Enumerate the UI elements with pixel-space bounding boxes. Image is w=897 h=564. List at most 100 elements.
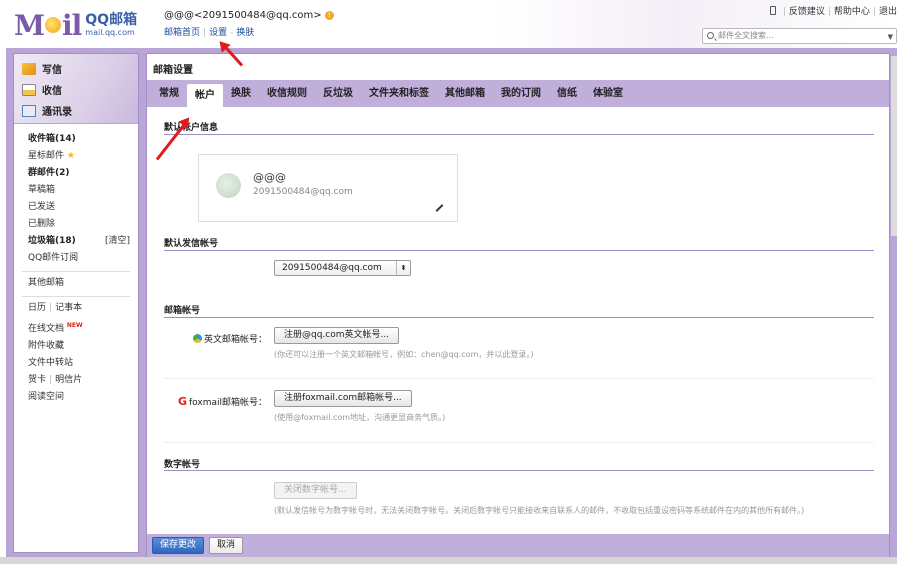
default-sender-select[interactable]: 2091500484@qq.com ⬍ <box>274 260 411 276</box>
account-card: @@@ 2091500484@qq.com <box>198 154 458 222</box>
settings-footer: 保存更改 取消 <box>147 534 889 557</box>
sidebar-item-postcards[interactable]: 明信片 <box>55 375 82 385</box>
section-divider <box>164 470 874 471</box>
help-link[interactable]: 帮助中心 <box>834 7 870 17</box>
pencil-icon[interactable] <box>435 204 444 212</box>
tab-stationery[interactable]: 信纸 <box>549 80 585 107</box>
digital-account-heading: 数字帐号 <box>164 460 201 470</box>
foxmail-account-label-text: foxmail邮箱帐号： <box>188 398 267 408</box>
warning-icon[interactable]: ! <box>324 11 334 20</box>
mailbox-home-link[interactable]: 邮箱首页 <box>164 28 200 38</box>
tab-rules[interactable]: 收信规则 <box>259 80 315 107</box>
account-display-name: @@@ <box>253 171 286 184</box>
divider <box>164 378 874 379</box>
sidebar-item-calendar[interactable]: 日历 <box>28 303 46 313</box>
qq-icon <box>192 334 202 343</box>
logo-url: mail.qq.com <box>85 28 135 37</box>
contacts-icon <box>22 104 36 117</box>
new-badge: NEW <box>66 322 83 329</box>
sidebar-item-other-mailboxes[interactable]: 其他邮箱 <box>28 278 64 288</box>
qq-mail-logo[interactable]: M il QQ邮箱 mail.qq.com <box>14 8 137 42</box>
logo-text: QQ邮箱 mail.qq.com <box>85 13 137 37</box>
inbox-icon <box>22 83 36 96</box>
settings-panel: 邮箱设置 常规 帐户 换肤 收信规则 反垃圾 文件夹和标签 其他邮箱 我的订阅 … <box>146 53 890 557</box>
separator: | <box>49 303 53 313</box>
english-account-hint: (你还可以注册一个英文邮箱帐号，例如：chen@qq.com，并以此登录。) <box>274 350 534 359</box>
folder-list: 收件箱(14) 星标邮件 ★ 群邮件(2) 草稿箱 已发送 已删除 垃圾箱(18… <box>14 124 138 406</box>
tab-skin[interactable]: 换肤 <box>223 80 259 107</box>
logo-letter-m: M <box>14 8 45 42</box>
tab-other-mailboxes[interactable]: 其他邮箱 <box>437 80 493 107</box>
account-email: 2091500484@qq.com <box>253 187 353 197</box>
star-icon: ★ <box>66 151 75 161</box>
sidebar-item-attachments[interactable]: 附件收藏 <box>28 341 64 351</box>
foxmail-account-label: Gfoxmail邮箱帐号： <box>147 395 267 408</box>
search-icon <box>707 32 714 39</box>
english-account-label: 英文邮箱帐号： <box>147 332 267 345</box>
divider <box>22 271 130 272</box>
top-bar: M il QQ邮箱 mail.qq.com @@@<2091500484@qq.… <box>0 0 897 50</box>
account-info: @@@<2091500484@qq.com>! 邮箱首页 | 设置 - 换肤 <box>164 10 334 38</box>
chevron-down-icon[interactable]: ▼ <box>888 30 893 44</box>
feedback-link[interactable]: 反馈建议 <box>789 7 825 17</box>
top-links: | 反馈建议 | 帮助中心 | 退出 <box>769 4 897 17</box>
page-title: 邮箱设置 <box>153 65 193 76</box>
skin-link[interactable]: 换肤 <box>236 28 254 38</box>
sidebar-item-groups[interactable]: 群邮件(2) <box>28 168 70 178</box>
sidebar-actions: 写信 收信 通讯录 <box>14 54 138 124</box>
settings-link[interactable]: 设置 <box>209 28 227 38</box>
sidebar-item-notes[interactable]: 记事本 <box>55 303 82 313</box>
digital-account-hint: (默认发信帐号为数字帐号时，无法关闭数字帐号。关闭后数字帐号只能接收来自联系人的… <box>274 506 805 515</box>
compose-button[interactable]: 写信 <box>22 58 138 79</box>
sidebar-item-drafts[interactable]: 草稿箱 <box>28 185 55 195</box>
section-divider <box>164 134 874 135</box>
cancel-button[interactable]: 取消 <box>209 537 244 554</box>
account-links: 邮箱首页 | 设置 - 换肤 <box>164 25 334 38</box>
sidebar-item-inbox[interactable]: 收件箱(14) <box>28 134 76 144</box>
search-placeholder: 邮件全文搜索... <box>718 31 774 40</box>
tab-subscriptions[interactable]: 我的订阅 <box>493 80 549 107</box>
default-sender-heading: 默认发信帐号 <box>164 239 219 249</box>
default-sender-value: 2091500484@qq.com <box>282 263 382 273</box>
account-name: @@@<2091500484@qq.com> <box>164 10 322 21</box>
tab-folders[interactable]: 文件夹和标签 <box>361 80 437 107</box>
separator: - <box>230 28 234 38</box>
sidebar-item-reading[interactable]: 阅读空间 <box>28 392 64 402</box>
tab-antispam[interactable]: 反垃圾 <box>315 80 361 107</box>
contacts-label: 通讯录 <box>42 107 72 118</box>
search-input[interactable]: 邮件全文搜索... ▼ <box>702 28 897 44</box>
logo-letters-il: il <box>62 8 82 42</box>
receive-button[interactable]: 收信 <box>22 79 138 100</box>
accounts-heading: 邮箱帐号 <box>164 306 201 316</box>
separator: | <box>49 375 53 385</box>
compose-label: 写信 <box>42 65 62 76</box>
sidebar-item-spam[interactable]: 垃圾箱(18) <box>28 236 76 246</box>
register-foxmail-account-button[interactable]: 注册foxmail.com邮箱帐号... <box>274 390 412 407</box>
close-digital-account-button[interactable]: 关闭数字帐号... <box>274 482 357 499</box>
tab-account[interactable]: 帐户 <box>187 84 223 107</box>
tab-lab[interactable]: 体验室 <box>585 80 631 107</box>
sidebar-item-cards[interactable]: 贺卡 <box>28 375 46 385</box>
separator: | <box>872 7 876 17</box>
chevron-updown-icon: ⬍ <box>396 261 410 275</box>
foxmail-account-hint: (使用@foxmail.com地址，沟通更显商务气质。) <box>274 413 446 422</box>
separator: | <box>827 7 831 17</box>
avatar[interactable] <box>216 173 241 198</box>
contacts-button[interactable]: 通讯录 <box>22 100 138 121</box>
logo-o-icon <box>45 17 61 33</box>
save-button[interactable]: 保存更改 <box>152 537 205 554</box>
scrollbar[interactable] <box>891 56 897 236</box>
sidebar-item-docs[interactable]: 在线文档 <box>28 324 64 334</box>
register-english-account-button[interactable]: 注册@qq.com英文帐号... <box>274 327 400 344</box>
sidebar-item-starred[interactable]: 星标邮件 <box>28 151 64 161</box>
sidebar-item-file-transfer[interactable]: 文件中转站 <box>28 358 73 368</box>
sidebar-item-subscriptions[interactable]: QQ邮件订阅 <box>28 253 78 263</box>
foxmail-icon: G <box>177 395 187 408</box>
sidebar-item-deleted[interactable]: 已删除 <box>28 219 55 229</box>
sidebar-item-sent[interactable]: 已发送 <box>28 202 55 212</box>
tab-general[interactable]: 常规 <box>151 80 187 107</box>
separator: | <box>782 7 786 17</box>
logout-link[interactable]: 退出 <box>879 7 897 17</box>
phone-icon[interactable] <box>769 6 776 15</box>
clear-spam-link[interactable]: [清空] <box>105 233 130 250</box>
